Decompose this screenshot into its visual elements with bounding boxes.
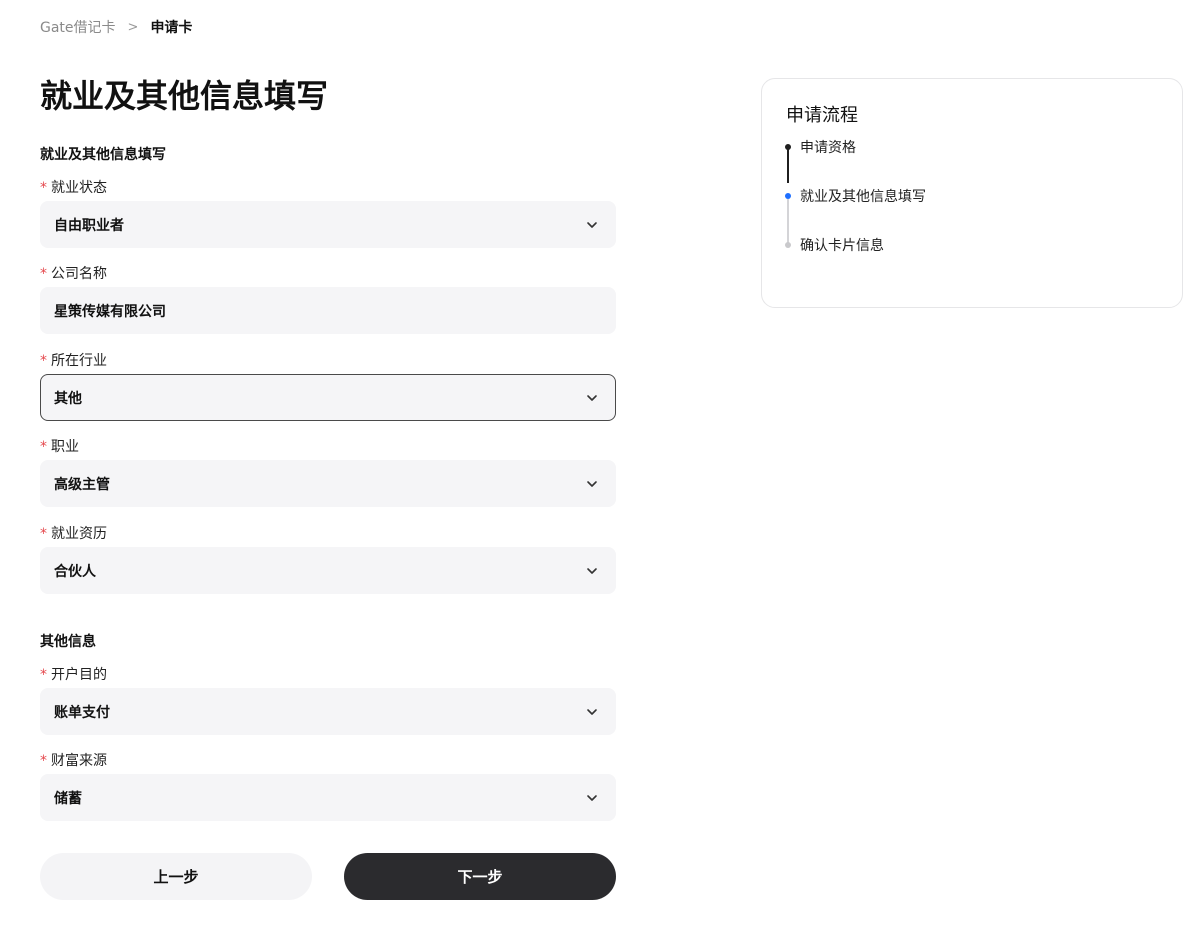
work-experience-value: 合伙人 xyxy=(54,563,96,580)
process-step-confirm-card: 确认卡片信息 xyxy=(800,238,884,254)
application-process-card: 申请流程 申请资格 就业及其他信息填写 确认卡片信息 xyxy=(761,78,1183,308)
wealth-source-value: 储蓄 xyxy=(54,790,82,807)
company-name-input[interactable]: 星策传媒有限公司 xyxy=(40,287,616,334)
section-title-other: 其他信息 xyxy=(40,634,96,650)
employment-status-select[interactable]: 自由职业者 xyxy=(40,201,616,248)
account-purpose-select[interactable]: 账单支付 xyxy=(40,688,616,735)
industry-value: 其他 xyxy=(54,390,82,407)
chevron-down-icon xyxy=(587,221,597,228)
employment-status-value: 自由职业者 xyxy=(54,217,124,234)
process-step-employment-info: 就业及其他信息填写 xyxy=(800,189,926,205)
required-mark: * xyxy=(40,667,47,683)
employment-status-label: * 就业状态 xyxy=(40,179,107,197)
occupation-label: * 职业 xyxy=(40,438,79,456)
occupation-value: 高级主管 xyxy=(54,476,110,493)
industry-label: * 所在行业 xyxy=(40,352,107,370)
required-mark: * xyxy=(40,353,47,369)
wealth-source-label: * 财富来源 xyxy=(40,752,107,770)
section-title-employment: 就业及其他信息填写 xyxy=(40,147,166,163)
previous-step-button[interactable]: 上一步 xyxy=(40,853,312,900)
wealth-source-label-text: 财富来源 xyxy=(51,753,107,769)
industry-select[interactable]: 其他 xyxy=(40,374,616,421)
required-mark: * xyxy=(40,180,47,196)
page: Gate借记卡 > 申请卡 就业及其他信息填写 就业及其他信息填写 * 就业状态 … xyxy=(0,0,1200,936)
work-experience-label: * 就业资历 xyxy=(40,525,107,543)
chevron-down-icon xyxy=(587,567,597,574)
company-name-label: * 公司名称 xyxy=(40,265,107,283)
breadcrumb-link-debit-card[interactable]: Gate借记卡 xyxy=(40,17,116,37)
occupation-select[interactable]: 高级主管 xyxy=(40,460,616,507)
step-dot-current xyxy=(785,193,791,199)
breadcrumb-separator: > xyxy=(127,19,139,35)
required-mark: * xyxy=(40,266,47,282)
required-mark: * xyxy=(40,439,47,455)
breadcrumb: Gate借记卡 > 申请卡 xyxy=(40,16,192,38)
step-dot-pending xyxy=(785,242,791,248)
account-purpose-value: 账单支付 xyxy=(54,704,110,721)
page-title: 就业及其他信息填写 xyxy=(40,77,329,115)
process-title: 申请流程 xyxy=(786,105,858,126)
occupation-label-text: 职业 xyxy=(51,439,79,455)
work-experience-select[interactable]: 合伙人 xyxy=(40,547,616,594)
step-connector-done xyxy=(787,149,789,183)
wealth-source-select[interactable]: 储蓄 xyxy=(40,774,616,821)
step-dot-done xyxy=(785,144,791,150)
employment-status-label-text: 就业状态 xyxy=(51,180,107,196)
work-experience-label-text: 就业资历 xyxy=(51,526,107,542)
company-name-label-text: 公司名称 xyxy=(51,266,107,282)
breadcrumb-current: 申请卡 xyxy=(150,20,193,36)
chevron-down-icon xyxy=(587,394,597,401)
required-mark: * xyxy=(40,526,47,542)
process-step-eligibility: 申请资格 xyxy=(800,140,856,156)
industry-label-text: 所在行业 xyxy=(51,353,107,369)
account-purpose-label-text: 开户目的 xyxy=(51,667,107,683)
company-name-value: 星策传媒有限公司 xyxy=(54,303,166,320)
chevron-down-icon xyxy=(587,708,597,715)
required-mark: * xyxy=(40,753,47,769)
chevron-down-icon xyxy=(587,480,597,487)
next-step-button[interactable]: 下一步 xyxy=(344,853,616,900)
chevron-down-icon xyxy=(587,794,597,801)
step-connector-pending xyxy=(787,199,789,244)
account-purpose-label: * 开户目的 xyxy=(40,666,107,684)
